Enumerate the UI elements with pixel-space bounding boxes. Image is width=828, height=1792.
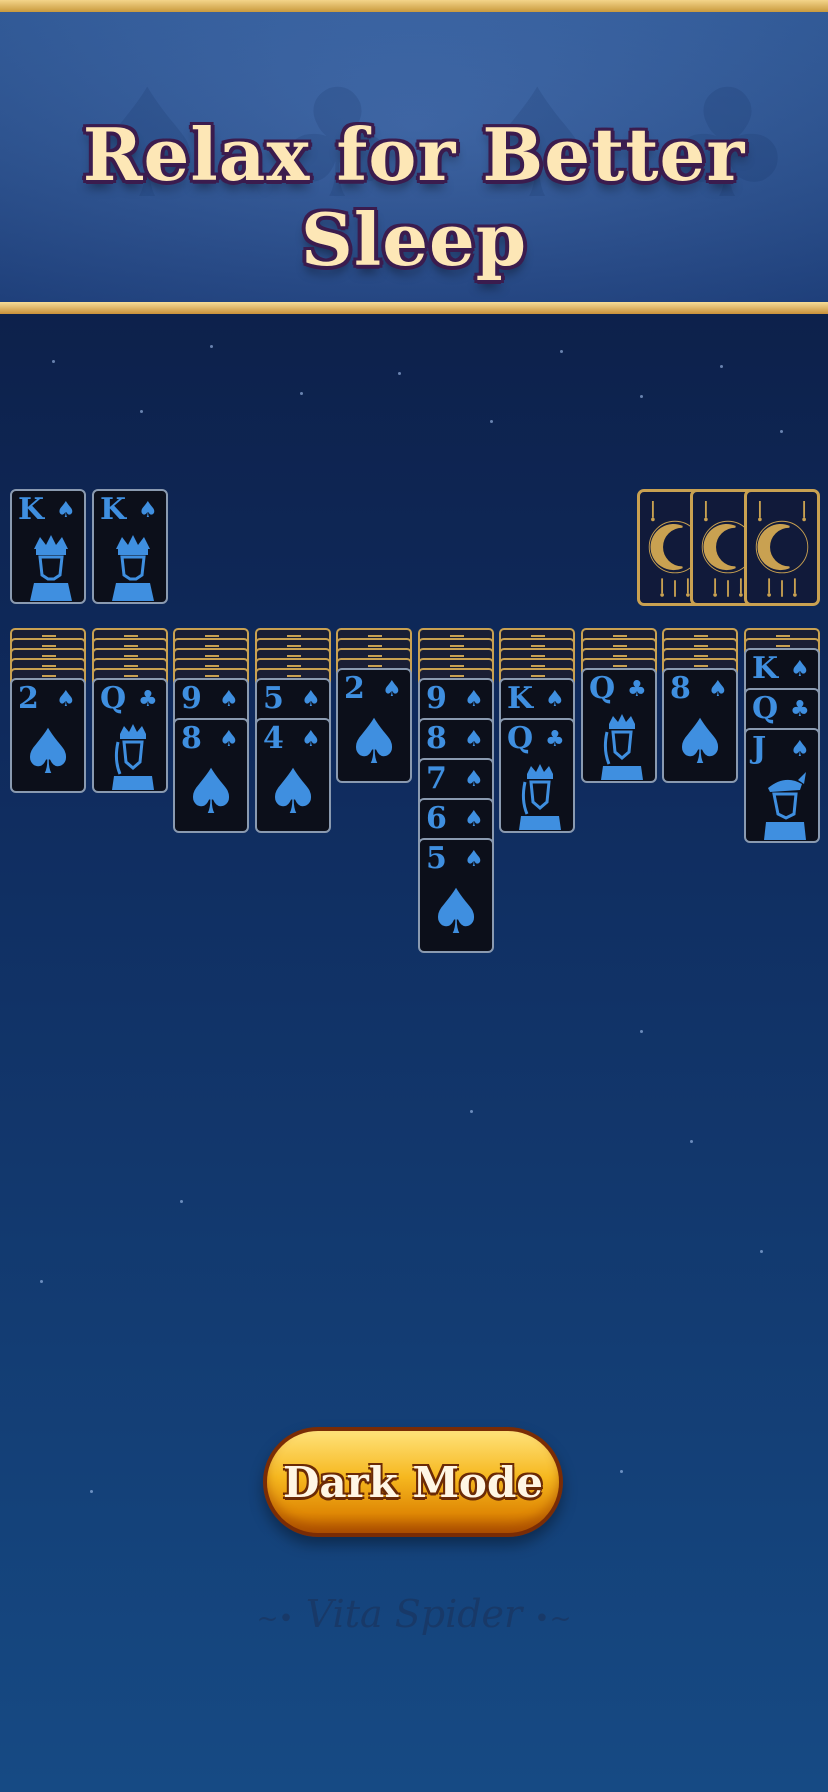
tableau-card[interactable]: 8♠♠ <box>173 718 249 833</box>
stock-pile-card[interactable] <box>744 489 820 606</box>
star <box>490 420 493 423</box>
card-rank: 5 <box>426 841 447 876</box>
card-rank: Q <box>507 721 534 756</box>
spade-pip-icon: ♠ <box>346 705 402 778</box>
dark-mode-button[interactable]: Dark Mode <box>263 1427 563 1537</box>
spade-icon: ♠ <box>464 767 484 792</box>
queen-portrait-icon <box>597 710 647 780</box>
card-rank: 8 <box>426 721 447 756</box>
spade-icon: ♠ <box>301 727 321 752</box>
brand-logo: ~• Vita Spider •~ <box>0 1592 828 1636</box>
tableau-card[interactable]: 2 ♠ ♠ <box>10 678 86 793</box>
queen-portrait-icon <box>108 720 158 790</box>
tableau-card[interactable]: Q ♣ <box>499 718 575 833</box>
club-icon: ♣ <box>138 687 158 712</box>
king-portrait-icon <box>26 531 76 601</box>
club-icon: ♣ <box>790 697 810 722</box>
card-rank: J <box>752 731 767 766</box>
star <box>690 1140 693 1143</box>
club-icon: ♣ <box>627 677 647 702</box>
spade-icon: ♠ <box>464 687 484 712</box>
foundation-card[interactable]: K ♠ <box>10 489 86 604</box>
spade-icon: ♠ <box>790 737 810 762</box>
star <box>210 345 213 348</box>
tableau-card[interactable]: Q ♣ <box>92 678 168 793</box>
card-rank: 8 <box>181 721 202 756</box>
brand-ornament-left: ~• <box>256 1604 294 1634</box>
tableau-card[interactable]: 4 ♠ ♠ <box>255 718 331 833</box>
card-rank: 9 <box>181 681 202 716</box>
spade-icon: ♠ <box>219 687 239 712</box>
star <box>760 1250 763 1253</box>
brand-name: Vita Spider <box>305 1592 523 1636</box>
star <box>52 360 55 363</box>
star <box>640 395 643 398</box>
spade-pip-icon: ♠ <box>183 755 239 828</box>
foundation-card[interactable]: K ♠ <box>92 489 168 604</box>
star <box>470 1110 473 1113</box>
star <box>720 365 723 368</box>
queen-portrait-icon <box>515 760 565 830</box>
card-rank: Q <box>100 681 127 716</box>
card-rank: 4 <box>263 721 284 756</box>
card-rank: 5 <box>263 681 284 716</box>
card-rank: Q <box>589 671 616 706</box>
tableau-card[interactable]: J ♠ <box>744 728 820 843</box>
spade-icon: ♠ <box>56 687 76 712</box>
tableau-card[interactable]: Q ♣ <box>581 668 657 783</box>
star <box>620 1470 623 1473</box>
banner-bottom-border <box>0 302 828 314</box>
card-rank: 2 <box>344 671 365 706</box>
spade-pip-icon: ♠ <box>265 755 321 828</box>
spade-pip-icon: ♠ <box>20 715 76 788</box>
card-rank: Q <box>752 691 779 726</box>
spade-icon: ♠ <box>301 687 321 712</box>
card-rank: K <box>752 651 779 686</box>
star <box>640 1030 643 1033</box>
spade-icon: ♠ <box>56 498 76 523</box>
star <box>300 392 303 395</box>
spade-icon: ♠ <box>138 498 158 523</box>
card-rank: K <box>507 681 534 716</box>
card-rank: 8 <box>670 671 691 706</box>
tableau-card[interactable]: 5♠♠ <box>418 838 494 953</box>
dark-mode-button-label: Dark Mode <box>282 1457 544 1507</box>
card-rank: 6 <box>426 801 447 836</box>
spade-icon: ♠ <box>545 687 565 712</box>
banner-title: Relax for Better Sleep <box>82 112 746 282</box>
spade-icon: ♠ <box>464 807 484 832</box>
club-icon: ♣ <box>545 727 565 752</box>
spade-icon: ♠ <box>708 677 728 702</box>
star <box>180 1200 183 1203</box>
card-rank: 9 <box>426 681 447 716</box>
banner-top-border <box>0 0 828 12</box>
star <box>398 372 401 375</box>
card-rank: K <box>18 492 45 527</box>
tableau-card[interactable]: 2 ♠ ♠ <box>336 668 412 783</box>
spade-icon: ♠ <box>382 677 402 702</box>
star <box>780 430 783 433</box>
spade-icon: ♠ <box>464 847 484 872</box>
star <box>560 350 563 353</box>
king-portrait-icon <box>108 531 158 601</box>
spade-pip-icon: ♠ <box>428 875 484 948</box>
card-rank: 7 <box>426 761 447 796</box>
star <box>90 1490 93 1493</box>
card-rank: K <box>100 492 127 527</box>
spade-icon: ♠ <box>219 727 239 752</box>
jack-portrait-icon <box>760 770 810 840</box>
spade-icon: ♠ <box>464 727 484 752</box>
brand-ornament-right: •~ <box>534 1604 572 1634</box>
spade-pip-icon: ♠ <box>672 705 728 778</box>
star <box>40 1280 43 1283</box>
spade-icon: ♠ <box>790 657 810 682</box>
tableau-card[interactable]: 8♠♠ <box>662 668 738 783</box>
star <box>140 410 143 413</box>
crescent-moon-icon <box>747 492 817 603</box>
title-banner: ♠ ♣ ♠ ♣ Relax for Better Sleep <box>0 0 828 314</box>
card-rank: 2 <box>18 681 39 716</box>
